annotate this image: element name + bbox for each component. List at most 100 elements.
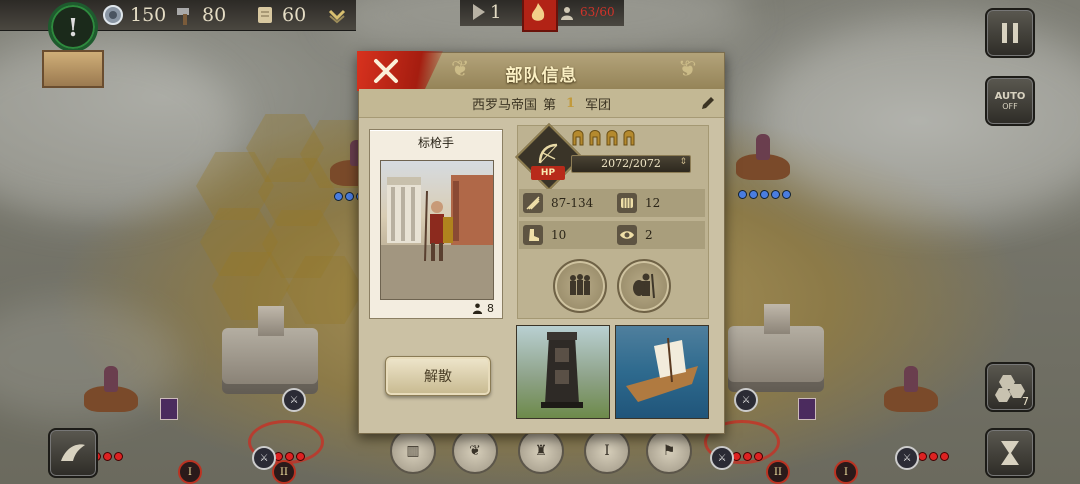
hourglass-button[interactable]: [985, 428, 1035, 478]
stat-movement: 10: [523, 225, 566, 245]
bottom-action-button[interactable]: ⚑: [646, 428, 692, 474]
hex-grid-icon: [995, 375, 1025, 402]
cavalry-unit[interactable]: [80, 360, 142, 422]
flag-icon: ⚑: [662, 443, 676, 459]
unit-count-value: 8: [487, 302, 494, 315]
disband-button[interactable]: 解散: [385, 356, 491, 396]
hourglass-icon: [1001, 441, 1019, 465]
bow-icon: [538, 143, 558, 164]
coin-icon: [102, 4, 124, 26]
resource-scroll: 60: [254, 3, 306, 27]
auto-battle-button[interactable]: AUTO OFF: [985, 76, 1035, 126]
rank-marker-icon: I: [178, 460, 202, 484]
turn-status-bar: 1 63/60: [460, 0, 624, 32]
population-icon: [560, 5, 574, 24]
soldiers-formation-icon: [570, 274, 590, 295]
vision-value: 2: [645, 228, 653, 242]
skill-button[interactable]: [48, 428, 98, 478]
turn-count: 1: [490, 2, 502, 23]
hex-grid-button[interactable]: 7: [985, 362, 1035, 412]
wing-icon: [61, 444, 85, 461]
close-icon: [374, 59, 398, 83]
fortress-left[interactable]: [222, 306, 318, 394]
rank-marker-icon: I: [834, 460, 858, 484]
rider-graphic: [756, 134, 770, 160]
resource-coin: 150: [102, 3, 166, 27]
unit-info-dialog: ❦ ❦ 部队信息 西罗马帝国 第 1 军团 标枪手 8 解散 HP 2072/2…: [357, 51, 725, 434]
chevron-down-icon: [326, 4, 348, 26]
rank-one-icon: I: [604, 443, 610, 459]
unit-type-icon: ⚔: [282, 388, 306, 412]
unit-hp-dots: [738, 190, 791, 199]
rider-graphic: [104, 366, 118, 392]
unit-type-icon: ⚔: [895, 446, 919, 470]
hp-value: 2072/2072: [601, 157, 661, 170]
soldier-shield-icon: [633, 273, 655, 299]
pause-button[interactable]: [985, 8, 1035, 58]
unit-rank-stars: [571, 127, 636, 147]
ship-equipment[interactable]: [615, 325, 709, 419]
unit-soldier-count: 8: [472, 302, 494, 315]
alert-icon: !: [67, 12, 79, 42]
ability-shield-button[interactable]: [617, 259, 671, 313]
nation-name: 西罗马帝国: [471, 97, 537, 113]
unit-hp-dots: [732, 452, 763, 461]
unit-portrait: [380, 160, 494, 300]
expand-resources-button[interactable]: [326, 3, 348, 27]
disband-label: 解散: [424, 369, 452, 385]
minimap-thumbnail[interactable]: [42, 50, 104, 88]
stat-attack: 87-134: [523, 193, 593, 213]
hammer-icon: [174, 4, 196, 26]
defense-icon: [617, 193, 637, 213]
turn-icon: [470, 2, 488, 26]
boot-icon: [523, 225, 543, 245]
legion-prefix: 第: [542, 97, 556, 113]
enemy-cavalry-unit[interactable]: [732, 128, 794, 190]
stat-vision: 2: [617, 225, 653, 245]
helmet-star-icon: [571, 127, 585, 147]
rank-marker-icon: II: [766, 460, 790, 484]
unit-hp-dots: [274, 452, 305, 461]
attack-value: 87-134: [551, 196, 594, 210]
pencil-icon: [702, 97, 714, 109]
bottom-action-button[interactable]: ♜: [518, 428, 564, 474]
leaf-icon: ❦: [469, 443, 481, 459]
rank-marker-icon: II: [272, 460, 296, 484]
hp-stepper-icon: ⇕: [679, 157, 687, 167]
helmet-icon: ♜: [534, 443, 548, 459]
unit-hp-dots: [918, 452, 949, 461]
fortress-right[interactable]: [728, 304, 824, 392]
movement-value: 10: [551, 228, 567, 242]
auto-state: OFF: [1002, 102, 1018, 111]
bars-icon: ▥: [406, 443, 420, 459]
resource-coin-value: 150: [130, 4, 167, 26]
pause-icon: [1002, 23, 1018, 43]
bottom-action-button[interactable]: I: [584, 428, 630, 474]
resource-scroll-value: 60: [282, 4, 307, 26]
helmet-star-icon: [605, 127, 619, 147]
bottom-action-button[interactable]: ❦: [452, 428, 498, 474]
population-count: 63/60: [580, 5, 615, 19]
helmet-star-icon: [622, 127, 636, 147]
legion-banner: [160, 398, 178, 420]
eye-icon: [617, 225, 637, 245]
edit-name-button[interactable]: [700, 95, 716, 111]
legion-info: 西罗马帝国 第 1 军团: [359, 89, 724, 118]
unit-type-icon: ⚔: [734, 388, 758, 412]
fire-icon[interactable]: [522, 0, 558, 32]
unit-type-icon: ⚔: [710, 446, 734, 470]
ability-formation-button[interactable]: [553, 259, 607, 313]
legion-banner: [798, 398, 816, 420]
stat-defense: 12: [617, 193, 660, 213]
bottom-action-button[interactable]: ▥: [390, 428, 436, 474]
hp-bar: 2072/2072 ⇕: [571, 155, 691, 173]
cavalry-unit[interactable]: [880, 360, 942, 422]
hex-count: 7: [1022, 395, 1029, 408]
helmet-star-icon: [588, 127, 602, 147]
auto-label: AUTO: [994, 91, 1026, 102]
scroll-icon: [254, 4, 276, 26]
rider-graphic: [904, 366, 918, 392]
alert-button[interactable]: !: [48, 2, 98, 52]
legion-number: 1: [565, 95, 576, 111]
siege-tower-equipment[interactable]: [516, 325, 610, 419]
